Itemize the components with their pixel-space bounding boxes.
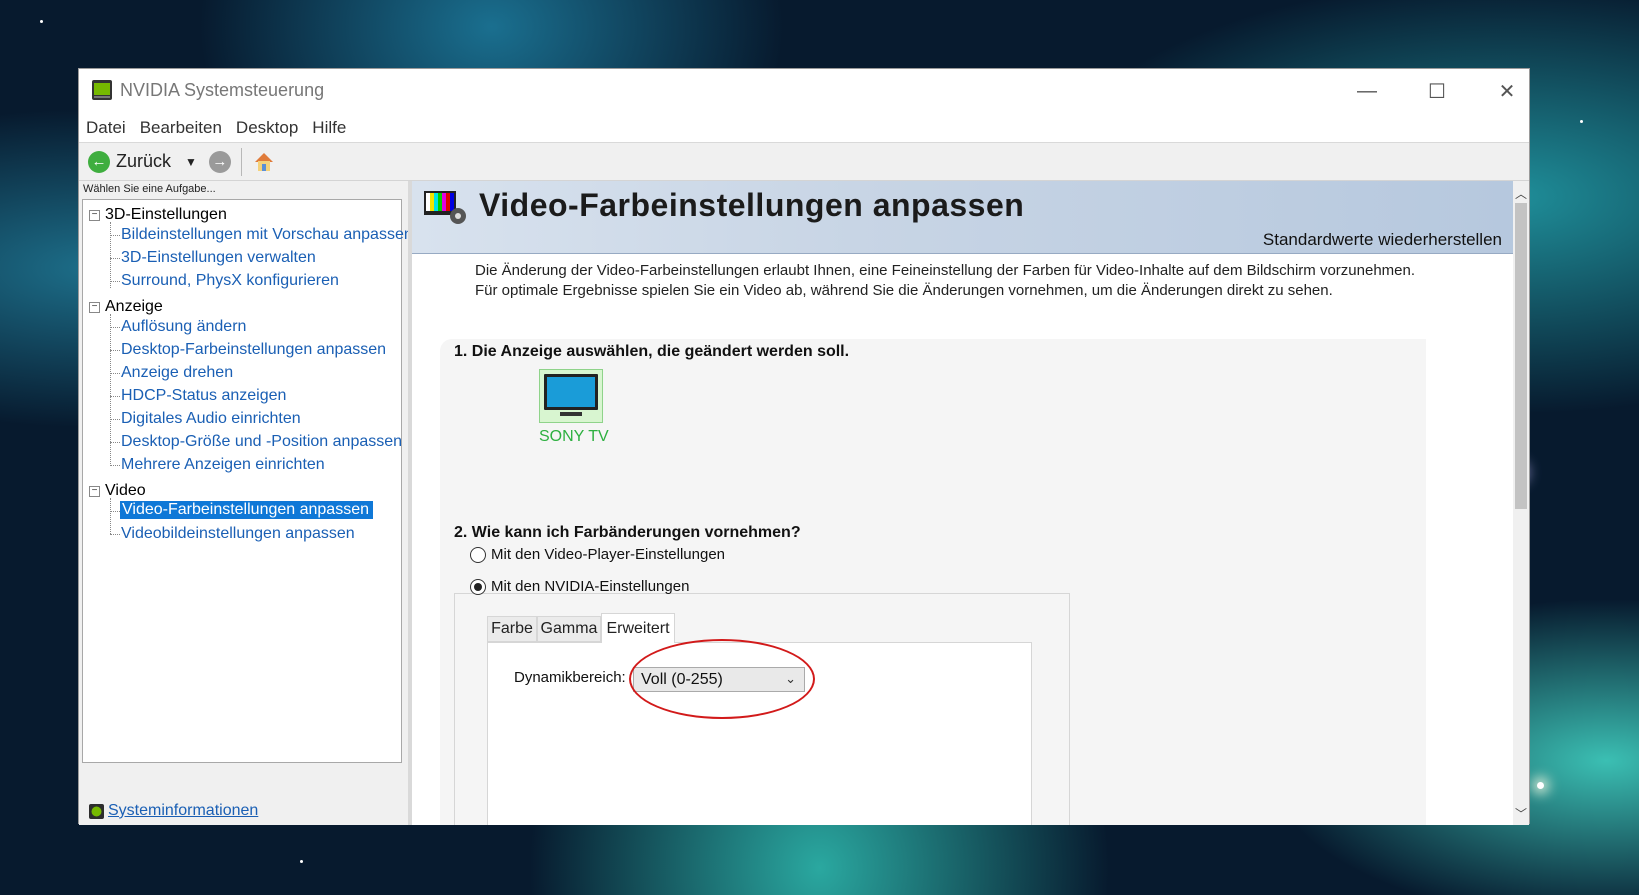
tree-connector (110, 442, 120, 443)
forward-arrow-icon[interactable]: → (208, 150, 231, 173)
menu-bearbeiten[interactable]: Bearbeiten (133, 118, 229, 138)
tree-item-digitales-audio[interactable]: Digitales Audio einrichten (121, 410, 301, 428)
background-star (1580, 120, 1583, 123)
back-arrow-icon: ← (88, 150, 110, 173)
toolbar-separator (240, 147, 242, 176)
window-title: NVIDIA Systemsteuerung (120, 80, 325, 100)
background-star (1537, 782, 1544, 789)
display-name: SONY TV (539, 428, 609, 445)
tree-category-anzeige[interactable]: − Anzeige (89, 298, 163, 316)
tree-connector (110, 396, 120, 397)
section-1-title: 1. Die Anzeige auswählen, die geändert w… (454, 343, 850, 360)
task-navigation-pane: Wählen Sie eine Aufgabe... − 3D-Einstell… (79, 181, 413, 825)
tree-item-desktop-groesse[interactable]: Desktop-Größe und -Position anpassen (121, 433, 402, 451)
back-button[interactable]: ← Zurück (88, 150, 172, 173)
nvidia-app-icon (92, 80, 112, 100)
tree-item-3d-verwalten[interactable]: 3D-Einstellungen verwalten (121, 249, 316, 267)
tree-item-video-farben-selected[interactable]: Video-Farbeinstellungen anpassen (120, 501, 373, 519)
radio-nvidia-settings[interactable]: Mit den NVIDIA-Einstellungen (470, 578, 689, 595)
tree-connector (110, 281, 120, 282)
menu-hilfe[interactable]: Hilfe (305, 118, 353, 138)
description-line: Die Änderung der Video-Farbeinstellungen… (475, 262, 1416, 279)
tree-item-surround-physx[interactable]: Surround, PhysX konfigurieren (121, 272, 339, 290)
background-star (300, 860, 303, 863)
monitor-icon (544, 374, 598, 416)
tree-connector (110, 419, 120, 420)
tree-category-label: Anzeige (105, 298, 163, 315)
tab-farbe[interactable]: Farbe (487, 616, 537, 642)
page-header: Video-Farbeinstellungen anpassen Standar… (412, 181, 1514, 254)
tree-item-anzeige-drehen[interactable]: Anzeige drehen (121, 364, 233, 382)
tab-erweitert[interactable]: Erweitert (601, 613, 675, 643)
page-title: Video-Farbeinstellungen anpassen (479, 187, 1025, 223)
radio-video-player-settings[interactable]: Mit den Video-Player-Einstellungen (470, 546, 725, 563)
menu-desktop[interactable]: Desktop (229, 118, 305, 138)
title-bar[interactable]: NVIDIA Systemsteuerung — ☐ ✕ (79, 69, 1529, 113)
scroll-down-icon[interactable]: ﹀ (1513, 805, 1529, 821)
tree-connector (110, 465, 120, 466)
tree-connector (110, 235, 120, 236)
tree-item-aufloesung[interactable]: Auflösung ändern (121, 318, 246, 336)
tree-connector (110, 327, 120, 328)
tree-item-bildeinstellungen[interactable]: Bildeinstellungen mit Vorschau anpassen (121, 226, 413, 244)
display-tile-sony-tv[interactable] (539, 369, 603, 423)
dynamic-range-select[interactable]: Voll (0-255) ⌄ (633, 667, 805, 692)
radio-label: Mit den NVIDIA-Einstellungen (491, 578, 690, 595)
chevron-down-icon: ⌄ (785, 671, 796, 686)
system-information-label: Systeminformationen (108, 802, 259, 819)
tree-connector (110, 258, 120, 259)
tree-connector (110, 373, 120, 374)
tree-category-label: Video (105, 482, 146, 499)
radio-button[interactable] (470, 546, 486, 563)
menu-bar: Datei Bearbeiten Desktop Hilfe (79, 113, 1529, 143)
tree-connector (110, 511, 120, 512)
menu-datei[interactable]: Datei (79, 118, 133, 138)
dynamic-range-value: Voll (0-255) (641, 670, 723, 688)
content-pane: Video-Farbeinstellungen anpassen Standar… (412, 181, 1514, 825)
minimize-button[interactable]: — (1332, 69, 1402, 113)
tree-item-mehrere-anzeigen[interactable]: Mehrere Anzeigen einrichten (121, 456, 325, 474)
tree-item-desktop-farben[interactable]: Desktop-Farbeinstellungen anpassen (121, 341, 386, 359)
task-tree: − 3D-Einstellungen Bildeinstellungen mit… (82, 199, 413, 763)
nvidia-control-panel-window: NVIDIA Systemsteuerung — ☐ ✕ Datei Bearb… (78, 68, 1530, 825)
radio-label: Mit den Video-Player-Einstellungen (491, 546, 726, 563)
section-2-title: 2. Wie kann ich Farbänderungen vornehmen… (454, 524, 801, 541)
collapse-icon[interactable]: − (89, 485, 100, 497)
scroll-up-icon[interactable]: ︿ (1513, 185, 1529, 201)
description-line: Für optimale Ergebnisse spielen Sie ein … (475, 282, 1333, 299)
vertical-scrollbar[interactable]: ︿ ﹀ (1513, 181, 1529, 825)
tree-item-hdcp-status[interactable]: HDCP-Status anzeigen (121, 387, 286, 405)
scroll-thumb[interactable] (1515, 203, 1527, 509)
video-color-icon (424, 191, 466, 224)
system-information-link[interactable]: Systeminformationen (89, 802, 258, 820)
tree-category-label: 3D-Einstellungen (105, 206, 227, 223)
tab-gamma[interactable]: Gamma (537, 616, 601, 642)
background-star (40, 20, 43, 23)
collapse-icon[interactable]: − (89, 209, 100, 221)
collapse-icon[interactable]: − (89, 301, 100, 313)
maximize-button[interactable]: ☐ (1402, 69, 1472, 113)
home-icon[interactable] (252, 150, 276, 174)
tree-connector (110, 314, 111, 466)
tree-category-3d-settings[interactable]: − 3D-Einstellungen (89, 206, 227, 224)
tree-connector (110, 534, 120, 535)
close-button[interactable]: ✕ (1472, 69, 1542, 113)
tree-item-videobild[interactable]: Videobildeinstellungen anpassen (121, 525, 355, 543)
page-description: Die Änderung der Video-Farbeinstellungen… (475, 261, 1475, 301)
history-dropdown-icon[interactable]: ▼ (185, 155, 197, 169)
task-prompt: Wählen Sie eine Aufgabe... (83, 183, 216, 195)
tree-connector (110, 222, 111, 288)
info-icon (89, 803, 104, 819)
restore-defaults-link[interactable]: Standardwerte wiederherstellen (1263, 230, 1502, 250)
back-button-label: Zurück (116, 151, 172, 171)
dynamic-range-label: Dynamikbereich: (514, 669, 626, 686)
tree-category-video[interactable]: − Video (89, 482, 146, 500)
toolbar: ← Zurück ▼ → (79, 143, 1529, 181)
radio-button-checked[interactable] (470, 578, 486, 595)
tree-connector (110, 350, 120, 351)
tree-connector (110, 498, 111, 534)
